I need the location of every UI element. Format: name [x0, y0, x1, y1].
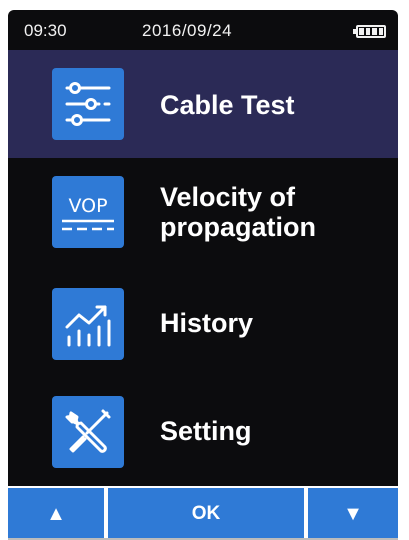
- status-time: 09:30: [24, 21, 67, 40]
- wrench-screwdriver-icon: [52, 396, 124, 468]
- up-button[interactable]: ▲: [8, 488, 104, 540]
- battery-full-icon: [353, 25, 386, 38]
- menu-item-cable-test[interactable]: Cable Test: [8, 50, 398, 158]
- down-button[interactable]: ▼: [308, 488, 398, 540]
- menu-label-cable-test: Cable Test: [160, 90, 295, 120]
- device-screen: 09:30 2016/09/24 Cable Test VOP Velocity…: [8, 10, 398, 486]
- menu-label-setting: Setting: [160, 416, 252, 446]
- status-date: 2016/09/24: [142, 21, 233, 40]
- status-bar: 09:30 2016/09/24: [8, 10, 398, 50]
- menu-item-history[interactable]: History: [8, 266, 398, 374]
- menu-item-velocity-of-propagation[interactable]: VOP Velocity of propagation: [8, 158, 398, 266]
- trend-chart-icon: [52, 288, 124, 360]
- menu-item-setting[interactable]: Setting: [8, 374, 398, 482]
- soft-key-bar: ▲ OK ▼: [8, 488, 398, 540]
- vop-icon: VOP: [52, 176, 124, 248]
- vop-icon-text: VOP: [68, 195, 107, 217]
- sliders-icon: [52, 68, 124, 140]
- ok-button[interactable]: OK: [108, 488, 304, 540]
- menu-label-history: History: [160, 308, 254, 338]
- menu-label-velocity: Velocity of propagation: [160, 182, 316, 242]
